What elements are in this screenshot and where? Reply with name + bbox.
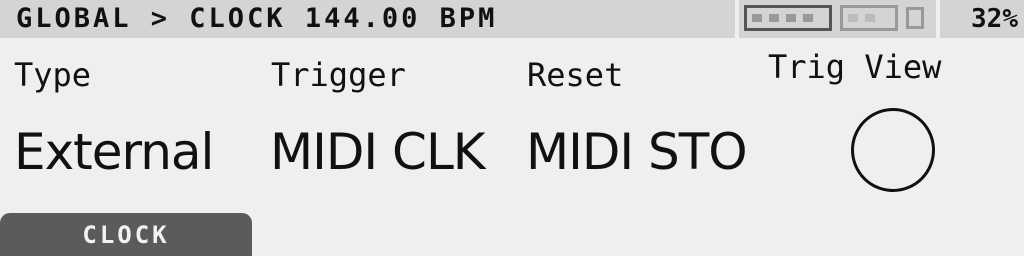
header-divider xyxy=(735,0,739,38)
param-value-type[interactable]: External xyxy=(14,124,214,180)
battery-icon xyxy=(744,5,930,31)
param-label-type: Type xyxy=(14,56,92,94)
trig-view-label: Trig View xyxy=(768,48,942,86)
tab-clock[interactable]: CLOCK xyxy=(0,213,252,256)
battery-tip xyxy=(906,7,924,29)
battery-cell-2 xyxy=(840,5,898,31)
tab-clock-label: CLOCK xyxy=(82,221,170,249)
trig-indicator-circle-icon xyxy=(851,108,935,192)
param-label-reset: Reset xyxy=(527,56,624,94)
battery-cell-1 xyxy=(744,5,832,31)
param-label-trigger: Trigger xyxy=(271,56,406,94)
battery-percent: 32% xyxy=(971,4,1018,34)
param-value-reset[interactable]: MIDI STO xyxy=(526,124,748,180)
header-bar: GLOBAL > CLOCK 144.00 BPM 32% xyxy=(0,0,1024,38)
param-value-trigger[interactable]: MIDI CLK xyxy=(270,124,486,180)
breadcrumb: GLOBAL > CLOCK 144.00 BPM xyxy=(16,3,498,34)
header-divider xyxy=(936,0,940,38)
